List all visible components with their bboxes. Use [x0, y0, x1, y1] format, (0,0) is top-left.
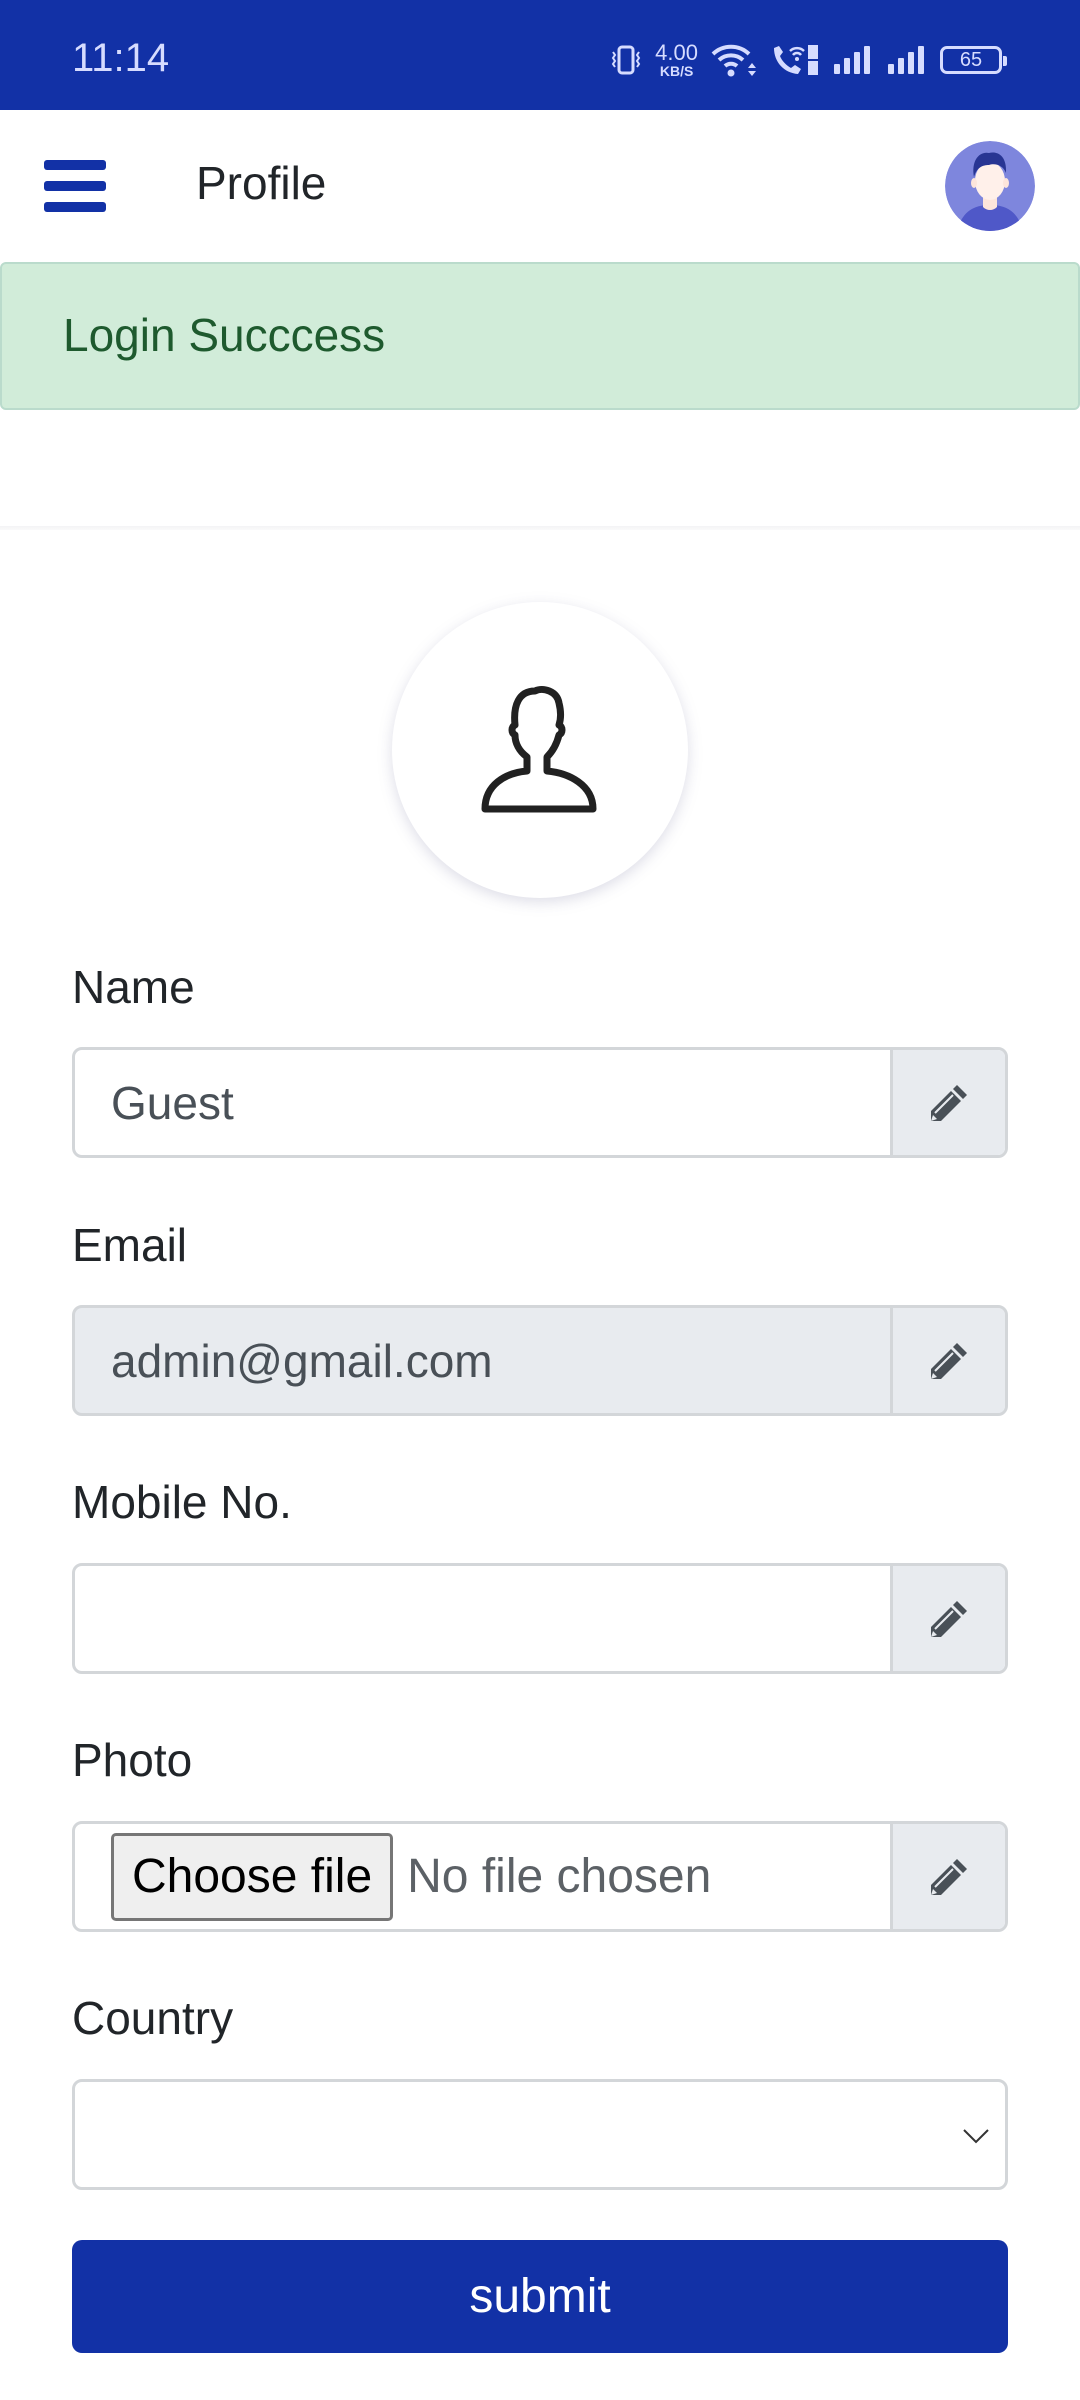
wifi-icon — [710, 43, 758, 77]
avatar-icon — [945, 141, 1035, 231]
file-status: No file chosen — [407, 1850, 712, 1903]
signal-icon — [832, 44, 874, 76]
name-input[interactable] — [75, 1050, 890, 1155]
status-time: 11:14 — [72, 36, 170, 80]
submit-button[interactable]: submit — [72, 2240, 1008, 2353]
hamburger-icon-line — [44, 202, 106, 212]
email-label: Email — [72, 1219, 188, 1271]
pencil-icon — [931, 1084, 967, 1121]
photo-label: Photo — [72, 1734, 193, 1786]
status-bar: 11:14 4.00 KB/S 65 — [0, 0, 1080, 110]
edit-email-button[interactable] — [890, 1308, 1005, 1413]
photo-file-input: Choose file No file chosen — [75, 1824, 890, 1929]
wifi-calling-icon — [770, 43, 820, 77]
country-label: Country — [72, 1992, 234, 2044]
chevron-down-icon — [963, 2129, 989, 2144]
hamburger-icon-line — [44, 181, 106, 191]
success-alert: Login Succcess — [0, 262, 1080, 410]
email-input[interactable] — [75, 1308, 890, 1413]
hamburger-menu-button[interactable] — [44, 160, 106, 212]
mobile-input[interactable] — [75, 1566, 890, 1671]
alert-message: Login Succcess — [63, 309, 386, 361]
vibrate-icon — [609, 44, 643, 76]
network-speed: 4.00 KB/S — [655, 40, 698, 79]
email-input-group — [72, 1305, 1008, 1416]
pencil-icon — [931, 1342, 967, 1379]
mobile-input-group — [72, 1563, 1008, 1674]
user-avatar[interactable] — [945, 141, 1035, 231]
name-label: Name — [72, 961, 195, 1013]
page-title: Profile — [196, 157, 327, 209]
photo-input-group: Choose file No file chosen — [72, 1821, 1008, 1932]
edit-mobile-button[interactable] — [890, 1566, 1005, 1671]
status-icons: 4.00 KB/S 65 — [609, 40, 1007, 80]
section-divider — [0, 526, 1080, 530]
edit-name-button[interactable] — [890, 1050, 1005, 1155]
app-header: Profile — [0, 110, 1080, 262]
choose-file-button[interactable]: Choose file — [111, 1832, 394, 1921]
edit-photo-button[interactable] — [890, 1824, 1005, 1929]
signal-icon — [886, 44, 928, 76]
profile-photo — [392, 602, 688, 898]
battery-icon: 65 — [940, 46, 1007, 74]
mobile-label: Mobile No. — [72, 1476, 292, 1528]
pencil-icon — [931, 1858, 967, 1895]
pencil-icon — [931, 1600, 967, 1637]
hamburger-icon — [44, 160, 106, 170]
name-input-group — [72, 1047, 1008, 1158]
user-outline-icon — [481, 686, 597, 813]
country-select[interactable] — [72, 2079, 1008, 2190]
